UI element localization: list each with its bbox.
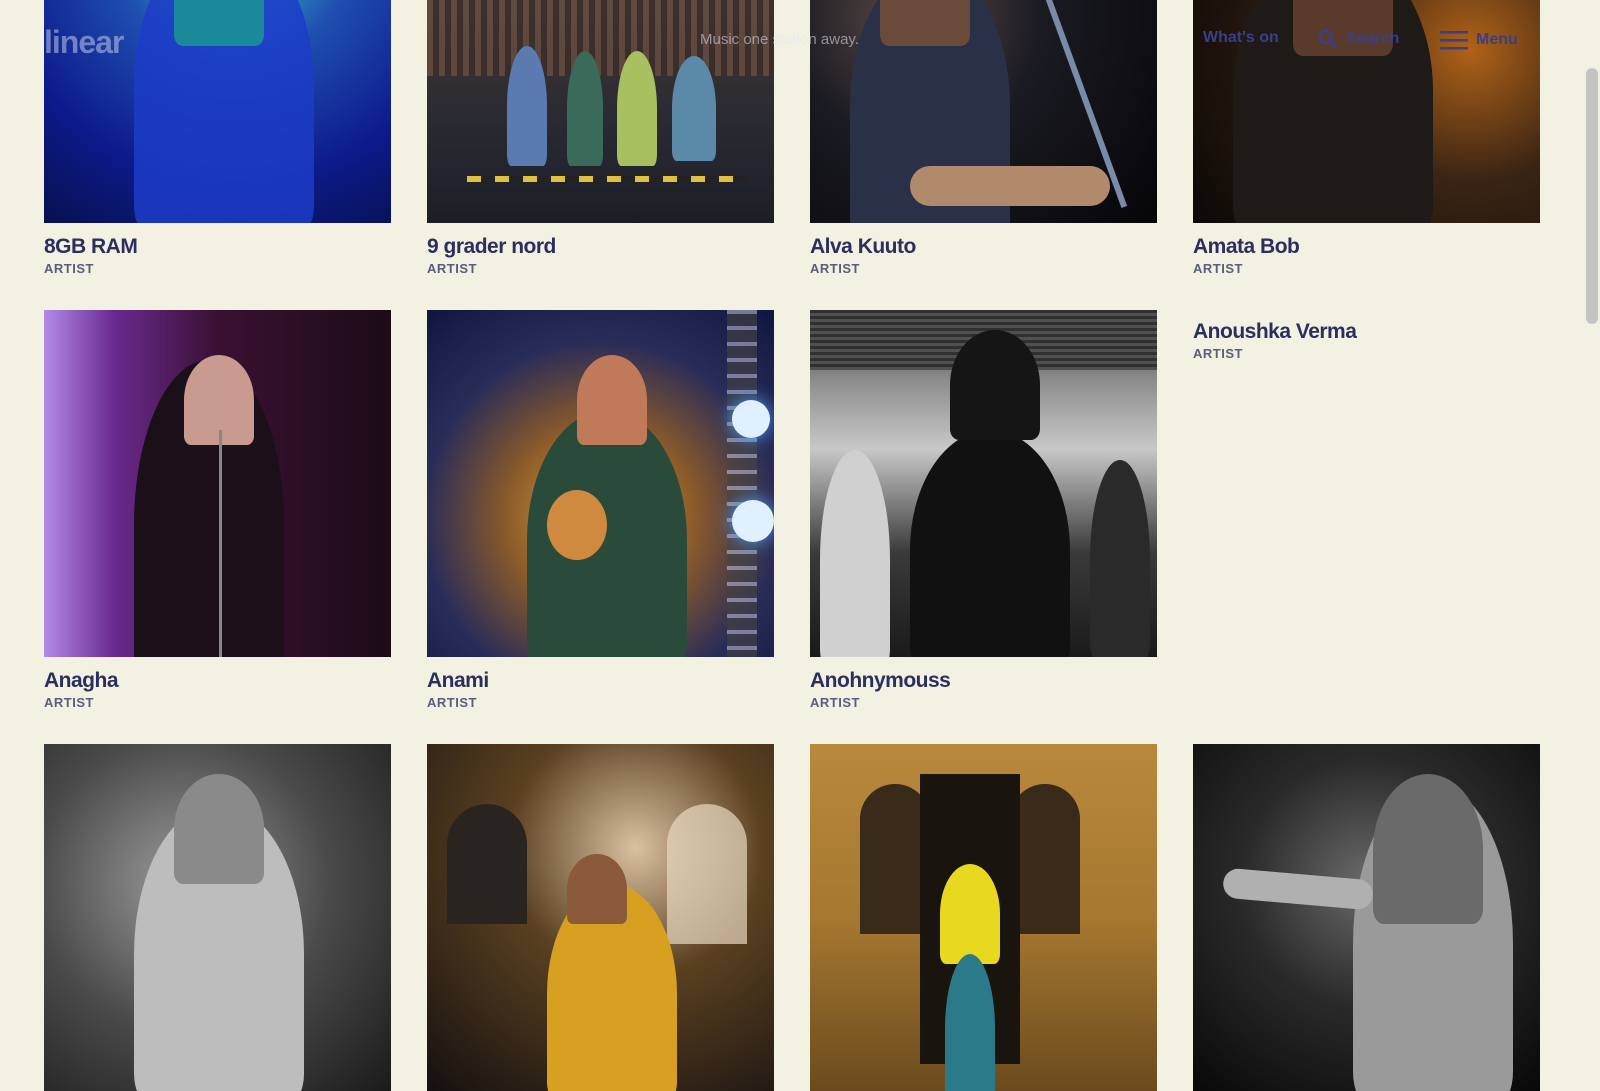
artist-type: ARTIST — [1193, 346, 1243, 361]
artist-name[interactable]: Amata Bob — [1193, 235, 1540, 259]
site-tagline: Music one station away. — [700, 31, 859, 48]
artist-type: ARTIST — [810, 261, 860, 276]
artist-card[interactable]: Anoushka Verma ARTIST — [1193, 320, 1540, 361]
site-header: linear Music one station away. What's on… — [0, 0, 1582, 80]
artist-card[interactable]: Anohnymouss ARTIST — [810, 310, 1157, 710]
whats-on-label: What's on — [1203, 29, 1279, 46]
artist-type: ARTIST — [810, 695, 860, 710]
artist-name[interactable]: Anami — [427, 669, 774, 693]
artist-card[interactable] — [810, 744, 1157, 1091]
artist-type: ARTIST — [44, 261, 94, 276]
artist-photo[interactable] — [427, 310, 774, 657]
artist-name[interactable]: Alva Kuuto — [810, 235, 1157, 259]
artist-type: ARTIST — [427, 695, 477, 710]
artist-photo[interactable] — [1193, 744, 1540, 1091]
artist-photo[interactable] — [44, 310, 391, 657]
artist-card[interactable]: Anagha ARTIST — [44, 310, 391, 710]
artist-photo[interactable] — [427, 744, 774, 1091]
artist-name[interactable]: 8GB RAM — [44, 235, 391, 259]
artist-card[interactable] — [1193, 744, 1540, 1091]
artist-name[interactable]: Anoushka Verma — [1193, 320, 1540, 344]
artist-photo[interactable] — [810, 310, 1157, 657]
menu-button[interactable]: Menu — [1440, 29, 1518, 51]
scrollbar[interactable] — [1582, 0, 1600, 1000]
artist-type: ARTIST — [1193, 261, 1243, 276]
search-label: Search — [1346, 30, 1400, 47]
artist-name[interactable]: Anohnymouss — [810, 669, 1157, 693]
search-icon — [1318, 29, 1338, 49]
artist-card[interactable]: Anami ARTIST — [427, 310, 774, 710]
artist-name[interactable]: 9 grader nord — [427, 235, 774, 259]
whats-on-link[interactable]: What's on — [1203, 29, 1279, 47]
artist-photo[interactable] — [810, 744, 1157, 1091]
artist-card[interactable] — [427, 744, 774, 1091]
site-logo[interactable]: linear — [44, 24, 124, 61]
search-button[interactable]: Search — [1318, 29, 1399, 49]
artist-photo[interactable] — [44, 744, 391, 1091]
artist-card[interactable] — [44, 744, 391, 1091]
artist-name[interactable]: Anagha — [44, 669, 391, 693]
scrollbar-thumb[interactable] — [1586, 68, 1598, 324]
artist-type: ARTIST — [427, 261, 477, 276]
artist-type: ARTIST — [44, 695, 94, 710]
hamburger-icon — [1440, 29, 1468, 51]
menu-label: Menu — [1476, 31, 1518, 48]
